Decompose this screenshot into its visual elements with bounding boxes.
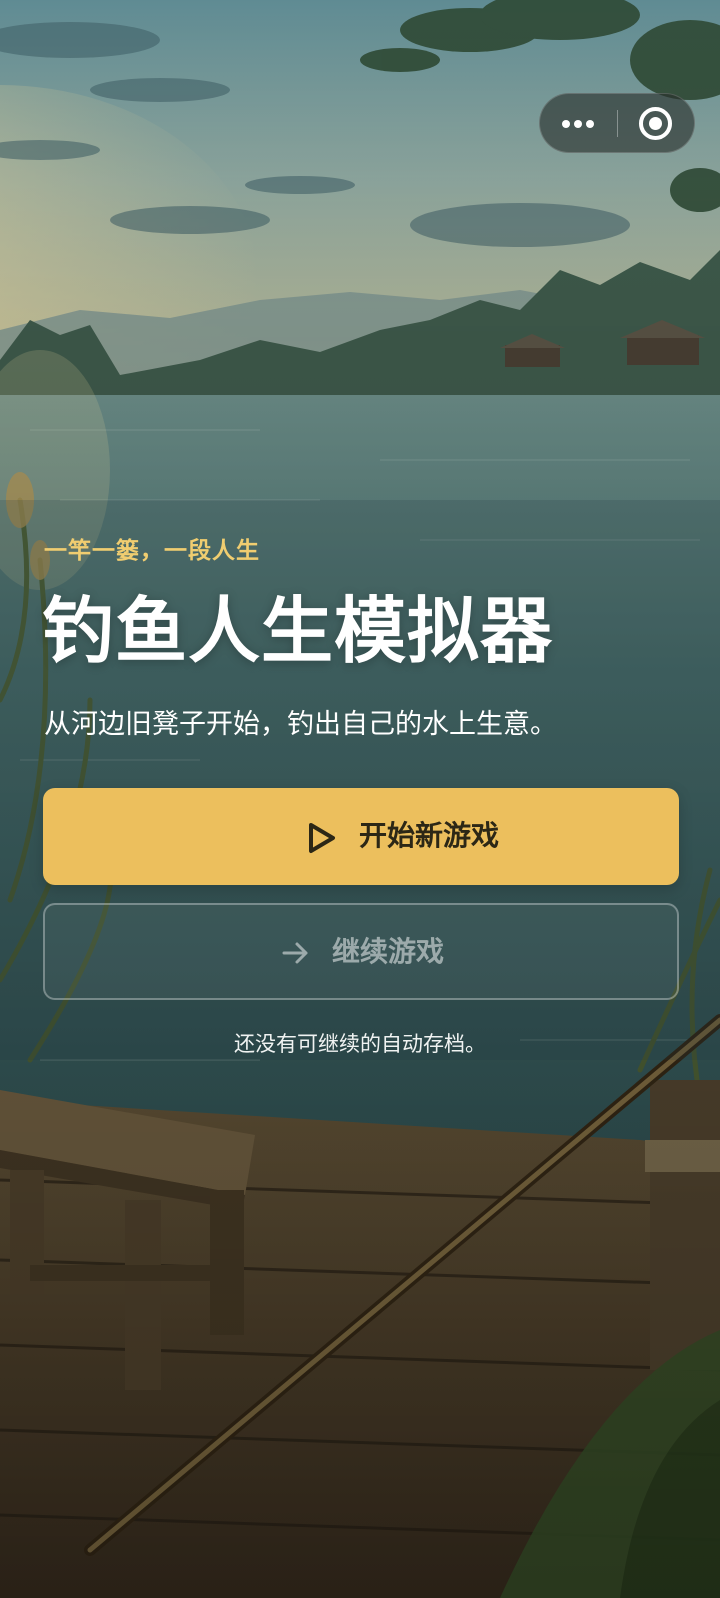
more-menu-button[interactable] xyxy=(540,94,616,152)
tagline: 一竿一篓，一段人生 xyxy=(44,538,260,564)
start-new-game-label: 开始新游戏 xyxy=(359,819,500,852)
more-dots-icon-dot xyxy=(586,120,594,128)
arrow-right-icon xyxy=(282,942,308,964)
subtitle: 从河边旧凳子开始，钓出自己的水上生意。 xyxy=(44,709,557,740)
more-dots-icon xyxy=(562,120,570,128)
no-save-hint: 还没有可继续的自动存档。 xyxy=(234,1032,486,1056)
start-new-game-button[interactable]: 开始新游戏 xyxy=(43,788,679,885)
close-miniprogram-button[interactable] xyxy=(618,94,694,152)
continue-game-label: 继续游戏 xyxy=(332,935,445,968)
play-icon xyxy=(309,823,335,853)
continue-game-button[interactable]: 继续游戏 xyxy=(43,903,679,1000)
more-dots-icon-dot xyxy=(574,120,582,128)
miniprogram-capsule xyxy=(539,93,695,153)
target-close-icon-core xyxy=(649,117,662,130)
page-title: 钓鱼人生模拟器 xyxy=(42,589,554,673)
